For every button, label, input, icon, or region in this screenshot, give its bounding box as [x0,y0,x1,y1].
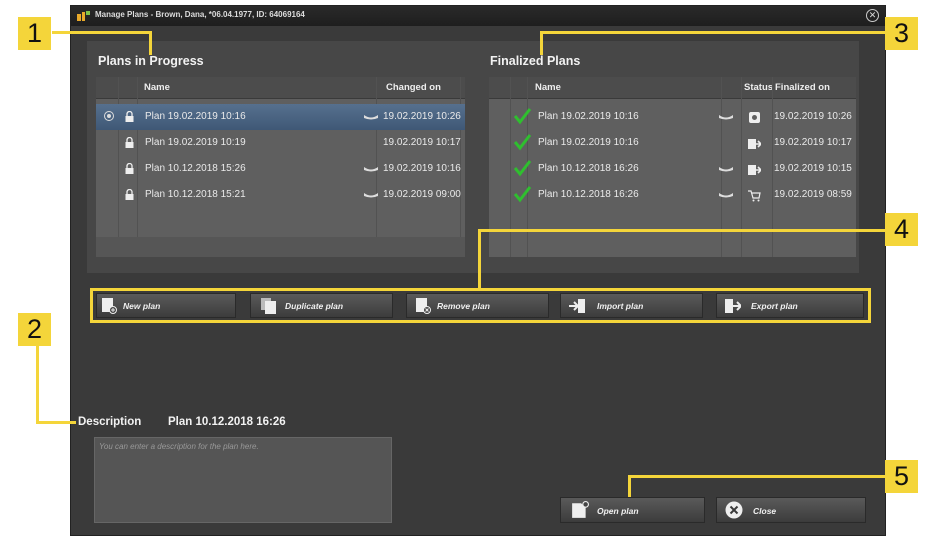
check-icon [513,160,531,177]
callout-5: 5 [885,460,918,493]
plan-name: Plan 19.02.2019 10:19 [145,137,246,148]
finalized-on: 19.02.2019 10:15 [774,163,852,174]
finalized-on: 19.02.2019 10:17 [774,137,852,148]
description-placeholder: You can enter a description for the plan… [99,442,259,451]
plan-name: Plan 19.02.2019 10:16 [145,111,246,122]
table-row[interactable]: Plan 10.12.2018 15:21 19.02.2019 09:00 [96,182,465,208]
callout-1: 1 [18,17,51,50]
callout-4: 4 [885,213,918,246]
app-icon [77,11,90,21]
column-header-changed-on[interactable]: Changed on [386,82,441,93]
toolbar-highlight-frame [90,288,871,323]
window-close-icon[interactable]: ✕ [866,9,879,22]
column-header-status[interactable]: Status [744,82,773,93]
tooth-icon [719,115,733,120]
plans-in-progress-title: Plans in Progress [98,54,204,68]
changed-on: 19.02.2019 10:16 [383,163,461,174]
guide-icon [749,112,760,123]
plan-name: Plan 19.02.2019 10:16 [538,111,639,122]
changed-on: 19.02.2019 10:17 [383,137,461,148]
table-header: Name Status Finalized on [489,77,856,99]
callout-line [628,475,631,497]
selected-radio-icon[interactable] [104,111,114,121]
tooth-icon [364,115,378,120]
table-row[interactable]: Plan 19.02.2019 10:19 19.02.2019 10:17 [96,130,465,156]
table-header: Name Changed on [96,77,465,99]
description-textarea[interactable]: You can enter a description for the plan… [94,437,392,523]
cart-icon [748,190,761,202]
callout-line [478,229,888,232]
plans-in-progress-table: Name Changed on Plan 19.02.2019 10:16 19… [96,77,465,257]
callout-line [36,342,39,424]
title-bar: Manage Plans - Brown, Dana, *06.04.1977,… [71,6,885,26]
table-row[interactable]: Plan 10.12.2018 16:26 19.02.2019 10:15 [489,156,856,182]
check-icon [513,108,531,125]
check-icon [513,134,531,151]
changed-on: 19.02.2019 10:26 [383,111,461,122]
open-plan-label: Open plan [597,506,639,516]
callout-line [540,31,885,34]
callout-line [478,229,481,289]
tooth-icon [364,193,378,198]
finalized-on: 19.02.2019 10:26 [774,111,852,122]
plan-name: Plan 10.12.2018 15:26 [145,163,246,174]
plan-name: Plan 19.02.2019 10:16 [538,137,639,148]
callout-line [52,31,151,34]
callout-3: 3 [885,17,918,50]
changed-on: 19.02.2019 09:00 [383,189,461,200]
open-plan-button[interactable]: Open plan [560,497,705,523]
callout-2: 2 [18,313,51,346]
description-label: Description [78,416,142,428]
close-circle-icon [725,501,743,519]
finalized-plans-title: Finalized Plans [490,54,581,68]
plan-name: Plan 10.12.2018 16:26 [538,189,639,200]
column-header-finalized-on[interactable]: Finalized on [775,82,830,93]
description-plan-name: Plan 10.12.2018 16:26 [168,416,286,428]
export-icon [748,139,761,149]
table-empty-area [96,237,465,257]
callout-line [36,421,76,424]
table-row[interactable]: Plan 19.02.2019 10:16 19.02.2019 10:17 [489,130,856,156]
callout-line [628,475,888,478]
close-button[interactable]: Close [716,497,866,523]
plan-name: Plan 10.12.2018 15:21 [145,189,246,200]
lock-icon [125,111,134,122]
tooth-icon [719,167,733,172]
tooth-icon [364,167,378,172]
tooth-icon [719,193,733,198]
callout-line [149,31,152,55]
lock-icon [125,189,134,200]
table-row[interactable]: Plan 10.12.2018 15:26 19.02.2019 10:16 [96,156,465,182]
table-row[interactable]: Plan 19.02.2019 10:16 19.02.2019 10:26 [96,104,465,130]
table-row[interactable]: Plan 10.12.2018 16:26 19.02.2019 08:59 [489,182,856,208]
open-plan-icon [572,501,589,518]
check-icon [513,186,531,203]
lock-icon [125,163,134,174]
window-title: Manage Plans - Brown, Dana, *06.04.1977,… [95,10,305,19]
export-icon [748,165,761,175]
finalized-on: 19.02.2019 08:59 [774,189,852,200]
column-header-name[interactable]: Name [535,82,561,93]
close-label: Close [753,506,777,516]
column-header-name[interactable]: Name [144,82,170,93]
plan-name: Plan 10.12.2018 16:26 [538,163,639,174]
callout-line [540,31,543,55]
lock-icon [125,137,134,148]
table-row[interactable]: Plan 19.02.2019 10:16 19.02.2019 10:26 [489,104,856,130]
